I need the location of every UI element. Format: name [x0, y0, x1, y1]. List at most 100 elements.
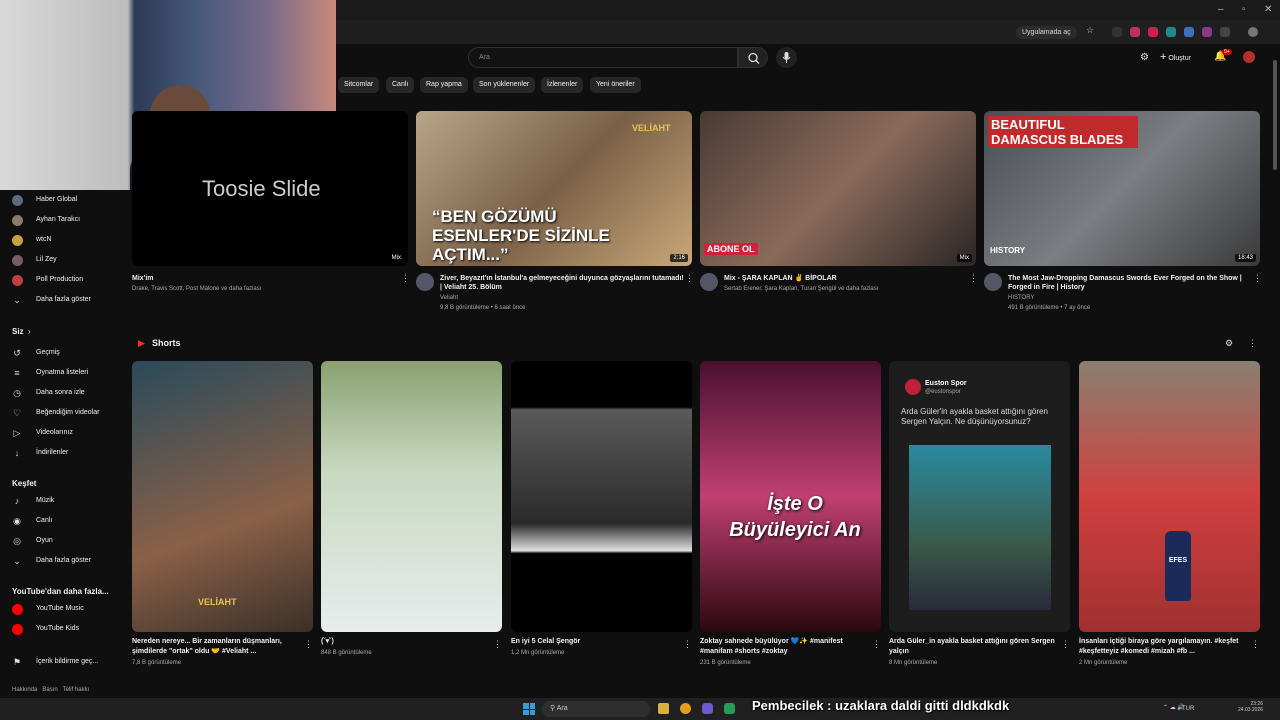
avatar[interactable] [1243, 51, 1255, 63]
video-title[interactable]: The Most Jaw-Dropping Damascus Swords Ev… [1008, 274, 1252, 292]
app-icon[interactable] [702, 703, 713, 714]
extension-icon[interactable] [1148, 27, 1158, 37]
open-in-app-button[interactable]: Uygulamada aç [1016, 26, 1077, 39]
duration-badge: 18:43 [1234, 254, 1256, 262]
sidebar-item-explore[interactable]: Müzik [36, 497, 54, 504]
sidebar-item-explore[interactable]: Oyun [36, 537, 53, 544]
create-button[interactable]: + Oluştur [1160, 50, 1191, 64]
extension-icon[interactable] [1184, 27, 1194, 37]
more-options-icon[interactable]: ⋮ [1251, 639, 1260, 650]
channel-avatar[interactable] [416, 273, 434, 291]
search-placeholder: Ara [479, 54, 490, 61]
video-thumbnail[interactable]: ABONE OL Mix [700, 111, 976, 266]
sidebar-item-you[interactable]: Beğendiğim videolar [36, 409, 99, 416]
sidebar-footer[interactable]: Hakkında Basın Telif hakkı [12, 687, 89, 693]
more-options-icon[interactable]: ⋮ [1253, 273, 1262, 284]
video-title[interactable]: Ziver, Beyazıt'ın İstanbul'a gelmeyeceği… [440, 274, 684, 292]
video-thumbnail[interactable]: BEAUTIFUL DAMASCUS BLADES HISTORY 18:43 [984, 111, 1260, 266]
more-options-icon[interactable]: ⋮ [683, 639, 692, 650]
music-icon: ♪ [14, 496, 20, 506]
chip-5[interactable]: Yeni öneriler [590, 77, 641, 93]
short-thumbnail[interactable]: İşte O Büyüleyici An [700, 361, 881, 632]
taskbar-search[interactable]: ⚲ Ara [542, 701, 650, 717]
more-options-icon[interactable]: ⋮ [1061, 639, 1070, 650]
video-thumbnail[interactable]: “BEN GÖZÜMÜ ESENLER'DE SİZİNLE AÇTIM...”… [416, 111, 692, 266]
youtube-app-icon [12, 604, 23, 615]
short-title[interactable]: İnsanları içtiği biraya göre yargılamayı… [1079, 637, 1249, 657]
shorts-settings-icon[interactable]: ⚙ [1225, 338, 1233, 349]
more-options-icon[interactable]: ⋮ [401, 273, 410, 284]
more-options-icon[interactable]: ⋮ [969, 273, 978, 284]
page-scrollbar[interactable] [1273, 60, 1277, 170]
sidebar-item-explore[interactable]: Canlı [36, 517, 52, 524]
show-more-subscriptions[interactable]: Daha fazla göster [36, 296, 91, 303]
report-history-link[interactable]: İçerik bildirme geç... [36, 658, 98, 665]
sidebar-item-more[interactable]: YouTube Music [36, 605, 84, 612]
show-more-explore[interactable]: Daha fazla göster [36, 557, 91, 564]
chip-4[interactable]: İzlenenler [541, 77, 584, 93]
downloads-icon: ↓ [14, 448, 20, 458]
extension-icon[interactable] [1166, 27, 1176, 37]
sidebar-item-subscription[interactable]: Poll Production [36, 276, 83, 283]
short-title[interactable]: En iyi 5 Celal Şengör [511, 637, 681, 647]
short-thumbnail[interactable]: EFES [1079, 361, 1260, 632]
bookmark-star-icon[interactable]: ☆ [1086, 25, 1094, 36]
short-thumbnail[interactable]: Euston Spor @eustonspor Arda Güler'in ayak… [889, 361, 1070, 632]
short-title[interactable]: Zoktay sahnede büyülüyor 💙✨ #manifest #m… [700, 637, 870, 657]
short-title[interactable]: (˘▾˘) [321, 637, 491, 647]
search-button[interactable] [738, 47, 768, 68]
cast-icon[interactable]: ⚙ [1140, 52, 1149, 63]
more-options-icon[interactable]: ⋮ [493, 639, 502, 650]
sidebar-item-you[interactable]: Oynatma listeleri [36, 369, 88, 376]
puzzle-icon[interactable] [1220, 27, 1230, 37]
channel-avatar[interactable] [984, 273, 1002, 291]
start-button[interactable] [523, 703, 535, 715]
clock[interactable]: 23:26 24.03.2026 [1238, 701, 1263, 713]
close-icon[interactable]: ✕ [1264, 4, 1272, 15]
chip-3[interactable]: Son yüklenenler [473, 77, 536, 93]
profile-avatar[interactable] [1248, 27, 1258, 37]
you-section-header[interactable]: Siz [12, 327, 24, 336]
short-thumbnail[interactable] [321, 361, 502, 632]
sidebar-item-subscription[interactable]: Haber Global [36, 196, 77, 203]
sidebar-item-subscription[interactable]: wtcN [36, 236, 52, 243]
short-title[interactable]: Nereden nereye... Bir zamanların düşmanl… [132, 637, 302, 657]
short-thumbnail[interactable]: VELİAHT [132, 361, 313, 632]
extension-icon[interactable] [1202, 27, 1212, 37]
short-title[interactable]: Arda Güler_in ayakla basket attığını gör… [889, 637, 1059, 657]
maximize-icon[interactable]: ▫ [1242, 4, 1246, 15]
shorts-more-icon[interactable]: ⋮ [1248, 338, 1257, 349]
extension-icon[interactable] [1130, 27, 1140, 37]
extension-icon[interactable] [1112, 27, 1122, 37]
video-thumbnail[interactable]: Toosie Slide Mix [132, 111, 408, 266]
more-options-icon[interactable]: ⋮ [872, 639, 881, 650]
sidebar-item-you[interactable]: İndirilenler [36, 449, 68, 456]
video-channel[interactable]: Sertab Erener, Şara Kaplan, Turan Şengül… [724, 285, 878, 293]
sidebar-item-subscription[interactable]: Ayhan Tarakcı [36, 216, 80, 223]
sidebar-item-you[interactable]: Videolarınız [36, 429, 73, 436]
file-explorer-icon[interactable] [658, 703, 669, 714]
subscription-avatar [12, 275, 23, 286]
sidebar-item-subscription[interactable]: Lil Zey [36, 256, 57, 263]
video-title[interactable]: Mix - ŞARA KAPLAN ✌️ BİPOLAR [724, 274, 968, 283]
language-indicator[interactable]: TUR [1182, 706, 1194, 712]
sidebar-item-more[interactable]: YouTube Kids [36, 625, 79, 632]
video-title[interactable]: Mix'im [132, 274, 400, 283]
chip-0[interactable]: Sitcomlar [338, 77, 380, 93]
more-options-icon[interactable]: ⋮ [304, 639, 313, 650]
search-input[interactable]: Ara [468, 47, 738, 68]
chip-1[interactable]: Canlı [386, 77, 415, 93]
short-thumbnail[interactable] [511, 361, 692, 632]
video-channel[interactable]: Drake, Travis Scott, Post Malone ve daha… [132, 285, 261, 293]
more-options-icon[interactable]: ⋮ [685, 273, 694, 284]
app-icon[interactable] [724, 703, 735, 714]
voice-search-button[interactable] [776, 47, 797, 68]
minimize-icon[interactable]: – [1218, 4, 1224, 15]
chrome-icon[interactable] [680, 703, 691, 714]
chip-2[interactable]: Rap yapma [420, 77, 468, 93]
video-channel[interactable]: HISTORY [1008, 294, 1034, 302]
sidebar-item-you[interactable]: Daha sonra izle [36, 389, 85, 396]
channel-avatar[interactable] [700, 273, 718, 291]
sidebar-item-you[interactable]: Geçmiş [36, 349, 60, 356]
video-channel[interactable]: Veliaht [440, 294, 458, 302]
